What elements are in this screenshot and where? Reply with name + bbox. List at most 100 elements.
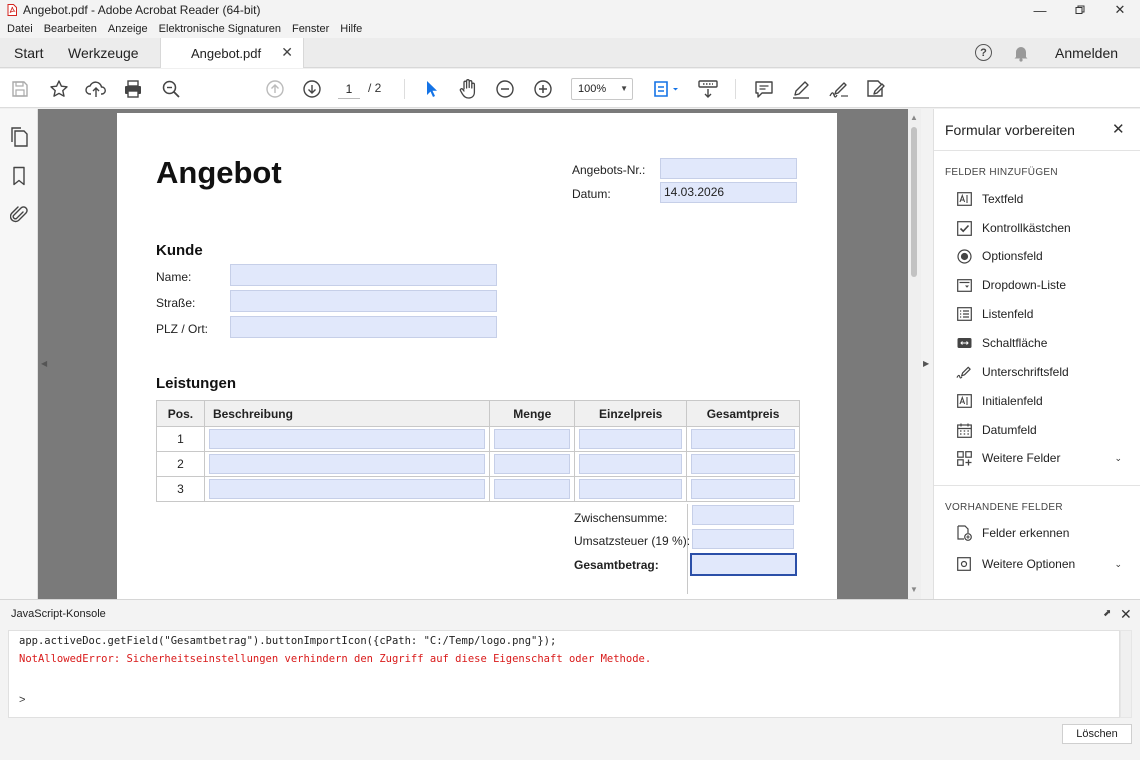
panel-title: Formular vorbereiten bbox=[945, 122, 1075, 138]
name-label: Name: bbox=[156, 270, 192, 284]
menu-anzeige[interactable]: Anzeige bbox=[108, 23, 148, 35]
signature-field-tool[interactable]: Unterschriftsfeld bbox=[956, 361, 1136, 383]
upload-cloud-icon[interactable] bbox=[85, 78, 107, 100]
description-field[interactable] bbox=[208, 479, 486, 499]
checkbox-tool[interactable]: Kontrollkästchen bbox=[956, 217, 1136, 239]
prev-page-icon[interactable] bbox=[264, 78, 286, 100]
menu-fenster[interactable]: Fenster bbox=[292, 23, 329, 35]
dropdown-tool[interactable]: Dropdown-Liste bbox=[956, 274, 1136, 296]
scroll-down-icon[interactable]: ▼ bbox=[910, 585, 918, 594]
description-field[interactable] bbox=[208, 429, 486, 449]
console-close-icon[interactable]: ✕ bbox=[1120, 606, 1132, 623]
fill-sign-icon[interactable] bbox=[865, 78, 887, 100]
street-field[interactable] bbox=[230, 290, 497, 312]
zoom-in-icon[interactable] bbox=[532, 78, 554, 100]
menu-hilfe[interactable]: Hilfe bbox=[340, 23, 362, 35]
chevron-down-icon[interactable]: ⌄ bbox=[1114, 559, 1122, 570]
radio-button-tool[interactable]: Optionsfeld bbox=[956, 245, 1136, 267]
tab-document[interactable]: Angebot.pdf ✕ bbox=[160, 38, 304, 68]
scroll-up-icon[interactable]: ▲ bbox=[910, 113, 918, 122]
bookmark-icon[interactable] bbox=[10, 166, 28, 186]
sign-icon[interactable] bbox=[828, 78, 850, 100]
name-field[interactable] bbox=[230, 264, 497, 286]
detect-fields-icon bbox=[956, 525, 972, 541]
document-title: Angebot bbox=[156, 155, 282, 190]
collapse-left-panel-icon[interactable]: ◀ bbox=[41, 359, 47, 368]
unit-price-field[interactable] bbox=[579, 454, 683, 474]
clear-button[interactable]: Löschen bbox=[1062, 724, 1132, 744]
document-viewport[interactable]: ◀ Angebot Angebots-Nr.: Datum: 14.03.202… bbox=[38, 109, 908, 599]
menu-bearbeiten[interactable]: Bearbeiten bbox=[44, 23, 97, 35]
select-cursor-icon[interactable] bbox=[420, 78, 442, 100]
vat-field[interactable] bbox=[692, 529, 794, 549]
scrollbar-thumb[interactable] bbox=[911, 127, 917, 277]
date-field-tool[interactable]: Datumfeld bbox=[956, 419, 1136, 441]
zoom-value: 100% bbox=[578, 83, 607, 95]
customer-heading: Kunde bbox=[156, 242, 203, 259]
chevron-down-icon[interactable]: ⌄ bbox=[1114, 453, 1122, 464]
attachment-icon[interactable] bbox=[9, 204, 28, 224]
button-tool[interactable]: Schaltfläche bbox=[956, 332, 1136, 354]
close-icon[interactable]: ✕ bbox=[1100, 0, 1140, 20]
unit-price-field[interactable] bbox=[579, 429, 683, 449]
scroll-mode-icon[interactable] bbox=[697, 78, 719, 100]
highlight-pen-icon[interactable] bbox=[790, 78, 812, 100]
menu-datei[interactable]: Datei bbox=[7, 23, 33, 35]
main-toolbar: 1 / 2 100% ▼ bbox=[0, 69, 1140, 108]
table-row: 1 bbox=[156, 426, 800, 452]
tab-start[interactable]: Start bbox=[14, 45, 44, 61]
text-field-tool[interactable]: Textfeld bbox=[956, 188, 1136, 210]
subtotal-field[interactable] bbox=[692, 505, 794, 525]
document-scrollbar[interactable]: ▲ ▼ bbox=[908, 109, 921, 599]
minimize-icon[interactable]: — bbox=[1020, 0, 1060, 20]
services-heading: Leistungen bbox=[156, 375, 237, 392]
pages-icon[interactable] bbox=[10, 127, 28, 147]
javascript-console: JavaScript-Konsole ⬈ ✕ app.activeDoc.get… bbox=[0, 599, 1140, 760]
tab-close-icon[interactable]: ✕ bbox=[281, 44, 293, 61]
total-field[interactable] bbox=[690, 553, 797, 576]
tab-tools[interactable]: Werkzeuge bbox=[68, 45, 139, 61]
zoom-out-icon[interactable] bbox=[494, 78, 516, 100]
console-command: app.activeDoc.getField("Gesamtbetrag").b… bbox=[19, 635, 557, 647]
bell-icon[interactable] bbox=[1013, 44, 1029, 65]
quantity-field[interactable] bbox=[494, 429, 571, 449]
star-icon[interactable] bbox=[48, 78, 70, 100]
help-icon[interactable]: ? bbox=[975, 44, 992, 61]
console-scrollbar[interactable] bbox=[1120, 630, 1132, 718]
detect-fields-tool[interactable]: Felder erkennen bbox=[956, 522, 1136, 544]
menu-signaturen[interactable]: Elektronische Signaturen bbox=[159, 23, 281, 35]
quantity-field[interactable] bbox=[494, 454, 571, 474]
maximize-icon[interactable] bbox=[1060, 0, 1100, 20]
initials-field-tool[interactable]: Initialenfeld bbox=[956, 390, 1136, 412]
page-number-input[interactable]: 1 bbox=[338, 79, 360, 99]
panel-close-icon[interactable]: ✕ bbox=[1112, 120, 1125, 138]
next-page-icon[interactable] bbox=[301, 78, 323, 100]
undock-icon[interactable]: ⬈ bbox=[1103, 608, 1111, 619]
total-price-field[interactable] bbox=[691, 479, 795, 499]
city-field[interactable] bbox=[230, 316, 497, 338]
total-price-field[interactable] bbox=[691, 454, 795, 474]
hand-icon[interactable] bbox=[457, 78, 479, 100]
description-field[interactable] bbox=[208, 454, 486, 474]
button-icon bbox=[956, 335, 972, 351]
page-total: / 2 bbox=[368, 81, 382, 95]
total-price-field[interactable] bbox=[691, 429, 795, 449]
quantity-field[interactable] bbox=[494, 479, 571, 499]
print-icon[interactable] bbox=[122, 78, 144, 100]
unit-price-field[interactable] bbox=[579, 479, 683, 499]
date-field[interactable]: 14.03.2026 bbox=[660, 182, 797, 203]
sign-in-button[interactable]: Anmelden bbox=[1055, 45, 1118, 61]
comment-icon[interactable] bbox=[753, 78, 775, 100]
offer-no-field[interactable] bbox=[660, 158, 797, 179]
right-panel-toggle[interactable]: ▶ bbox=[921, 109, 933, 599]
fit-page-icon[interactable] bbox=[651, 78, 681, 100]
more-fields-tool[interactable]: Weitere Felder ⌄ bbox=[956, 447, 1136, 469]
console-output[interactable]: app.activeDoc.getField("Gesamtbetrag").b… bbox=[8, 630, 1120, 718]
save-icon[interactable] bbox=[9, 78, 31, 100]
search-zoom-icon[interactable] bbox=[160, 78, 182, 100]
zoom-select[interactable]: 100% ▼ bbox=[571, 78, 633, 100]
console-prompt[interactable]: > bbox=[19, 694, 25, 706]
more-options-tool[interactable]: Weitere Optionen ⌄ bbox=[956, 553, 1136, 575]
prepare-form-panel: Formular vorbereiten ✕ FELDER HINZUFÜGEN… bbox=[933, 109, 1140, 599]
list-box-tool[interactable]: Listenfeld bbox=[956, 303, 1136, 325]
